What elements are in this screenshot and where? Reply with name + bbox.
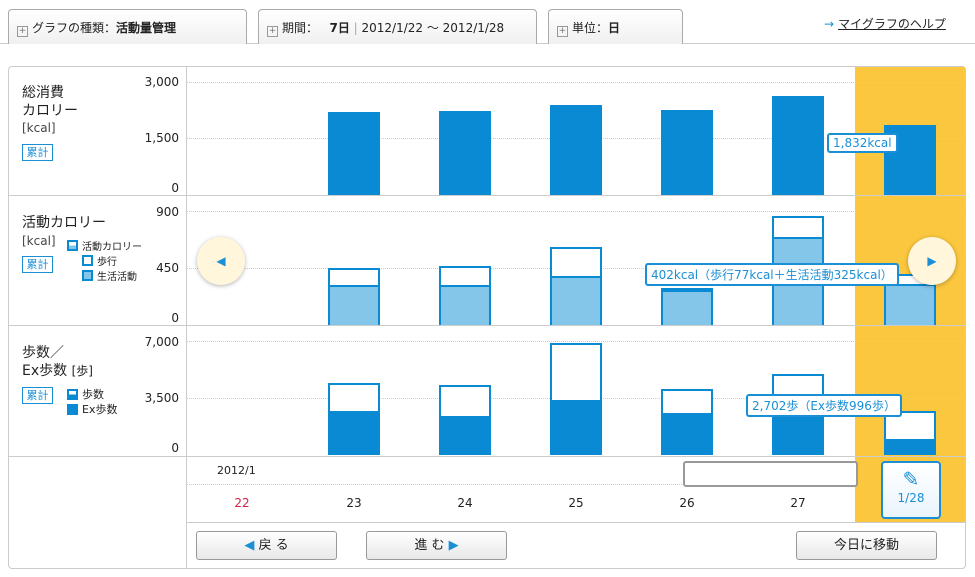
day-23[interactable]: 23 xyxy=(334,496,374,510)
active-calorie-title: 活動カロリー xyxy=(22,215,106,231)
y-tick: 450 xyxy=(156,261,179,275)
period-value: 7日 xyxy=(329,21,350,35)
unit-label: [kcal] xyxy=(22,121,56,135)
next-arrow-button[interactable]: ▶ xyxy=(908,237,956,285)
lifestyle-calorie-bar[interactable] xyxy=(328,284,380,325)
day-24[interactable]: 24 xyxy=(445,496,485,510)
graph-type-tab[interactable]: + グラフの種類：活動量管理 xyxy=(8,9,247,44)
lifestyle-calorie-bar[interactable] xyxy=(550,275,602,325)
cumulative-button[interactable]: 累計 xyxy=(22,144,53,161)
period-label: 期間： xyxy=(282,21,319,35)
divider xyxy=(8,456,966,457)
total-calorie-bar[interactable] xyxy=(550,104,602,195)
lifestyle-calorie-bar[interactable] xyxy=(661,290,713,325)
y-tick: 0 xyxy=(171,181,179,195)
unit-tab[interactable]: + 単位：日 xyxy=(548,9,683,44)
day-27[interactable]: 27 xyxy=(778,496,818,510)
ex-steps-bar[interactable] xyxy=(439,415,491,455)
help-link[interactable]: → マイグラフのヘルプ xyxy=(824,15,946,32)
today-button[interactable]: 今日に移動 xyxy=(796,531,937,560)
month-label: 2012/1 xyxy=(217,464,256,477)
total-calorie-title: 総消費 カロリー xyxy=(22,85,78,119)
ex-steps-bar[interactable] xyxy=(550,399,602,455)
y-tick: 3,000 xyxy=(144,75,179,89)
forward-button[interactable]: 進 む ▶ xyxy=(366,531,507,560)
legend-ex-steps: Ex歩数 xyxy=(67,401,117,417)
selected-date: 1/28 xyxy=(897,491,925,505)
period-range: 2012/1/22 ～ 2012/1/28 xyxy=(361,21,505,35)
steps-tooltip: 2,702歩（Ex歩数996歩） xyxy=(746,394,902,417)
total-calorie-tooltip: 1,832kcal xyxy=(827,133,898,153)
back-button[interactable]: ◀ 戻 る xyxy=(196,531,337,560)
lifestyle-calorie-bar[interactable] xyxy=(884,283,936,325)
prev-arrow-button[interactable]: ◀ xyxy=(197,237,245,285)
total-calorie-bar[interactable] xyxy=(328,111,380,195)
triangle-right-icon: ▶ xyxy=(927,254,937,268)
plus-icon: + xyxy=(17,26,28,37)
unit-value: 日 xyxy=(608,21,621,35)
cumulative-button[interactable]: 累計 xyxy=(22,256,53,273)
cumulative-button[interactable]: 累計 xyxy=(22,387,53,404)
y-tick: 1,500 xyxy=(144,131,179,145)
triangle-right-icon: ▶ xyxy=(448,538,459,553)
top-bar: + グラフの種類：活動量管理 + 期間： 7日 | 2012/1/22 ～ 2012… xyxy=(0,0,975,44)
y-tick: 0 xyxy=(171,311,179,325)
graph-type-label: グラフの種類： xyxy=(32,21,117,35)
ex-steps-bar[interactable] xyxy=(661,412,713,455)
y-tick: 900 xyxy=(156,205,179,219)
ex-steps-bar[interactable] xyxy=(884,438,936,455)
divider xyxy=(186,66,187,569)
total-calorie-bar[interactable] xyxy=(439,111,491,195)
day-25[interactable]: 25 xyxy=(556,496,596,510)
legend-walking: 歩行 xyxy=(82,253,117,268)
day-26[interactable]: 26 xyxy=(667,496,707,510)
divider xyxy=(187,522,966,523)
y-tick: 3,500 xyxy=(144,391,179,405)
ex-steps-bar[interactable] xyxy=(772,414,824,455)
plus-icon: + xyxy=(557,26,568,37)
memo-icon: ✎ xyxy=(902,467,920,491)
arrow-right-icon: → xyxy=(824,17,835,31)
unit-label: 単位： xyxy=(572,21,609,35)
legend-steps: 歩数 xyxy=(67,386,104,402)
active-calorie-tooltip: 402kcal（歩行77kcal＋生活活動325kcal） xyxy=(645,263,899,286)
divider xyxy=(8,195,966,196)
ex-steps-bar[interactable] xyxy=(328,411,380,455)
total-calorie-bar[interactable] xyxy=(661,109,713,195)
y-tick: 7,000 xyxy=(144,335,179,349)
total-calorie-bar[interactable] xyxy=(772,96,824,195)
memo-bubble xyxy=(683,461,858,487)
memo-button-selected-day[interactable]: ✎ 1/28 xyxy=(881,461,941,519)
day-22[interactable]: 22 xyxy=(222,496,262,510)
triangle-left-icon: ◀ xyxy=(216,254,226,268)
plus-icon: + xyxy=(267,26,278,37)
divider xyxy=(8,325,966,326)
help-link-text[interactable]: マイグラフのヘルプ xyxy=(838,17,946,31)
unit-label: [kcal] xyxy=(22,234,56,248)
period-tab[interactable]: + 期間： 7日 | 2012/1/22 ～ 2012/1/28 xyxy=(258,9,537,44)
lifestyle-calorie-bar[interactable] xyxy=(439,284,491,325)
steps-title: 歩数／ Ex歩数 [歩] xyxy=(22,345,93,379)
legend-active-calorie: 活動カロリー xyxy=(67,238,142,253)
triangle-left-icon: ◀ xyxy=(244,538,255,553)
graph-type-value: 活動量管理 xyxy=(116,21,177,35)
y-tick: 0 xyxy=(171,441,179,455)
